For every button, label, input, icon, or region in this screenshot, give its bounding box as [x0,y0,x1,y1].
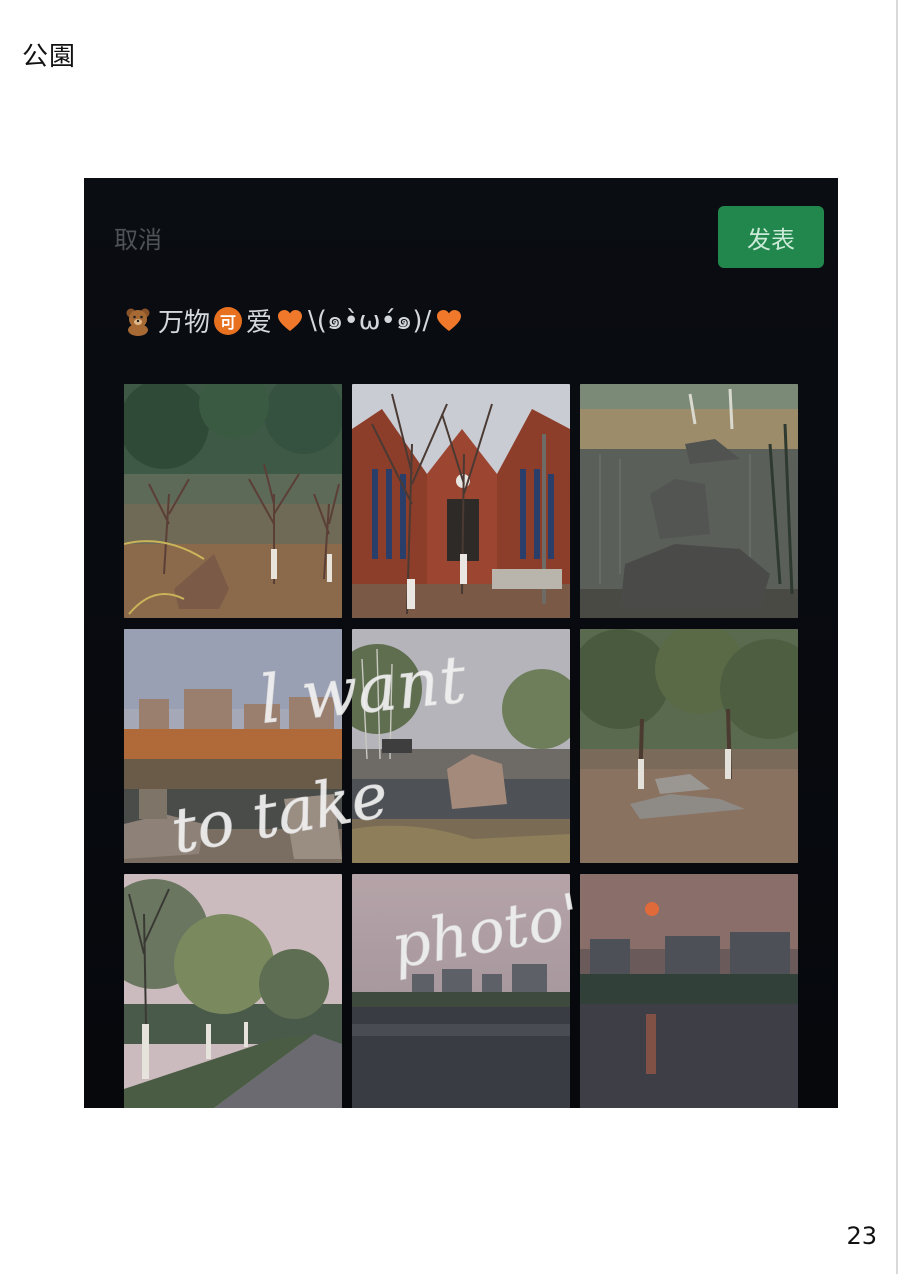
phone-screenshot: 取消 发表 万物 可 爱 \(๑•̀ω•́๑)/ l want to take … [84,178,838,1108]
photo-apartments-pond[interactable] [124,629,342,863]
photo-grid [124,384,798,1108]
cancel-button[interactable]: 取消 [114,220,162,255]
caption-text-2: 爱 [246,308,273,338]
publish-button[interactable]: 发表 [718,206,824,268]
photo-willow-rock[interactable] [352,629,570,863]
photo-willow-path[interactable] [124,874,342,1108]
orange-heart-icon [435,307,463,335]
bear-emoji-icon [122,305,154,337]
photo-pond-rocks[interactable] [580,384,798,618]
photo-park-pines[interactable] [124,384,342,618]
photo-river-dusk[interactable] [352,874,570,1108]
page-title: 公園 [22,42,77,72]
photo-sunset-river[interactable] [580,874,798,1108]
ke-badge-icon: 可 [214,306,243,335]
caption-text-1: 万物 [158,308,211,338]
page-number: 23 [846,1222,877,1250]
photo-brick-pavilion[interactable] [352,384,570,618]
post-caption: 万物 可 爱 \(๑•̀ω•́๑)/ [122,300,463,341]
page-edge [896,0,898,1274]
photo-pines-lawn[interactable] [580,629,798,863]
orange-heart-icon [276,307,304,335]
caption-kaomoji: \(๑•̀ω•́๑)/ [308,306,432,336]
